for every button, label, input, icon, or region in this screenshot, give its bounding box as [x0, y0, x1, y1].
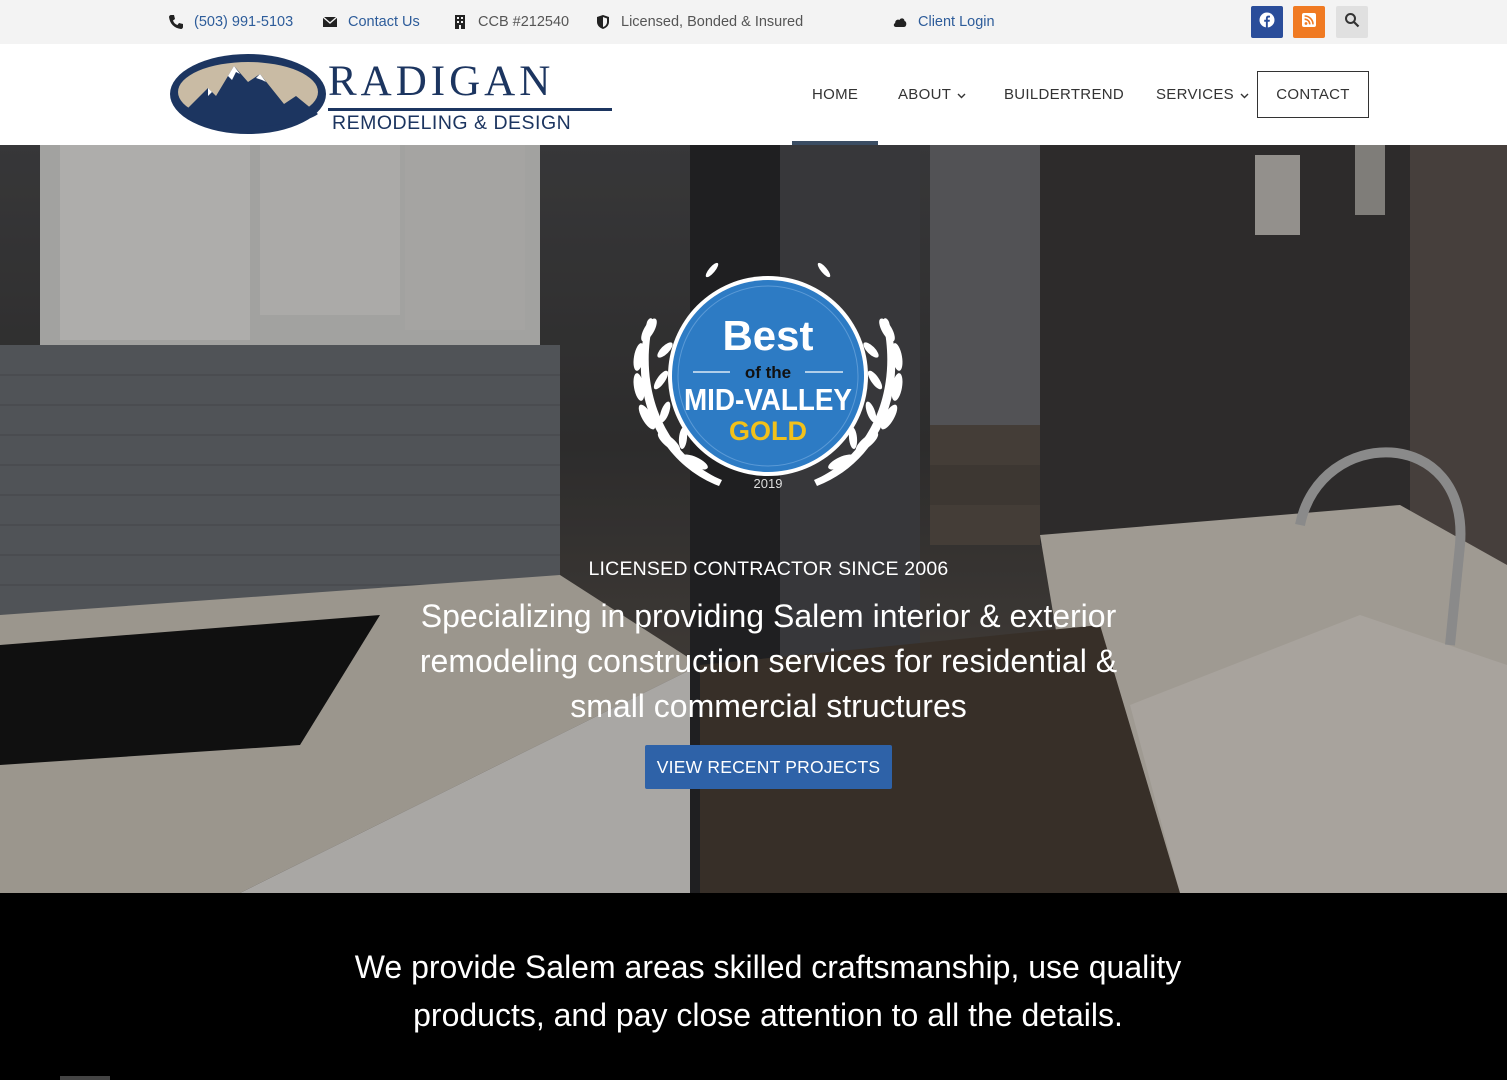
- site-logo[interactable]: RADIGAN REMODELING & DESIGN: [168, 52, 618, 136]
- rss-button[interactable]: [1293, 6, 1325, 38]
- hero-kicker: LICENSED CONTRACTOR SINCE 2006: [588, 558, 949, 580]
- facebook-icon: [1259, 12, 1275, 33]
- intro-text: We provide Salem areas skilled craftsman…: [354, 949, 1182, 1033]
- nav-home[interactable]: HOME: [812, 44, 858, 145]
- nav-contact-button[interactable]: CONTACT: [1257, 71, 1369, 118]
- nav-buildertrend-label: BUILDERTREND: [1004, 86, 1125, 103]
- nav-about-label: ABOUT: [898, 86, 952, 103]
- logo-divider: [328, 108, 612, 111]
- ccb-label: CCB #212540: [478, 14, 570, 30]
- building-icon: [452, 14, 468, 30]
- award-badge: Best of the MID-VALLEY GOLD 2019: [633, 262, 903, 491]
- envelope-icon: [322, 14, 338, 30]
- licensed-label: Licensed, Bonded & Insured: [621, 14, 804, 30]
- phone-number: (503) 991-5103: [194, 14, 294, 30]
- ccb-number: CCB #212540: [452, 0, 569, 44]
- phone-link[interactable]: (503) 991-5103: [168, 0, 293, 44]
- phone-icon: [168, 14, 184, 30]
- nav-services[interactable]: SERVICES: [1156, 44, 1249, 145]
- search-button[interactable]: [1336, 6, 1368, 38]
- rss-icon: [1302, 12, 1316, 32]
- top-bar: (503) 991-5103 Contact Us CCB #212540 Li…: [0, 0, 1507, 44]
- chevron-down-icon: [957, 86, 966, 103]
- mountain-logo-icon: [170, 54, 326, 134]
- shield-icon: [595, 14, 611, 30]
- hero-title: Specializing in providing Salem interior…: [419, 598, 1118, 724]
- hero-section: Best of the MID-VALLEY GOLD 2019 LICENSE…: [0, 145, 1507, 893]
- badge-year: 2019: [754, 476, 783, 491]
- badge-best: Best: [722, 312, 813, 359]
- badge-gold: GOLD: [729, 416, 807, 446]
- nav-contact-label: CONTACT: [1276, 86, 1350, 103]
- nav-services-label: SERVICES: [1156, 86, 1234, 103]
- cloud-icon: [892, 14, 908, 30]
- nav-buildertrend[interactable]: BUILDERTREND: [1004, 44, 1124, 145]
- section-divider: [60, 1076, 110, 1080]
- view-recent-projects-label: VIEW RECENT PROJECTS: [656, 756, 881, 777]
- view-recent-projects-button[interactable]: VIEW RECENT PROJECTS: [645, 745, 892, 789]
- contact-us-label: Contact Us: [348, 14, 420, 30]
- facebook-button[interactable]: [1251, 6, 1283, 38]
- chevron-down-icon: [1240, 86, 1249, 103]
- nav-home-label: HOME: [812, 86, 859, 103]
- search-icon: [1344, 12, 1360, 33]
- site-header: RADIGAN REMODELING & DESIGN HOME ABOUT B…: [0, 44, 1507, 145]
- logo-tagline: REMODELING & DESIGN: [332, 112, 572, 134]
- client-login-link[interactable]: Client Login: [892, 0, 995, 44]
- logo-name: RADIGAN: [328, 58, 555, 105]
- licensed-info: Licensed, Bonded & Insured: [595, 0, 803, 44]
- badge-of-the: of the: [745, 363, 791, 382]
- nav-about[interactable]: ABOUT: [898, 44, 966, 145]
- contact-us-link[interactable]: Contact Us: [322, 0, 420, 44]
- intro-section: We provide Salem areas skilled craftsman…: [0, 893, 1507, 1080]
- badge-mid-valley: MID-VALLEY: [684, 382, 852, 417]
- client-login-label: Client Login: [918, 14, 995, 30]
